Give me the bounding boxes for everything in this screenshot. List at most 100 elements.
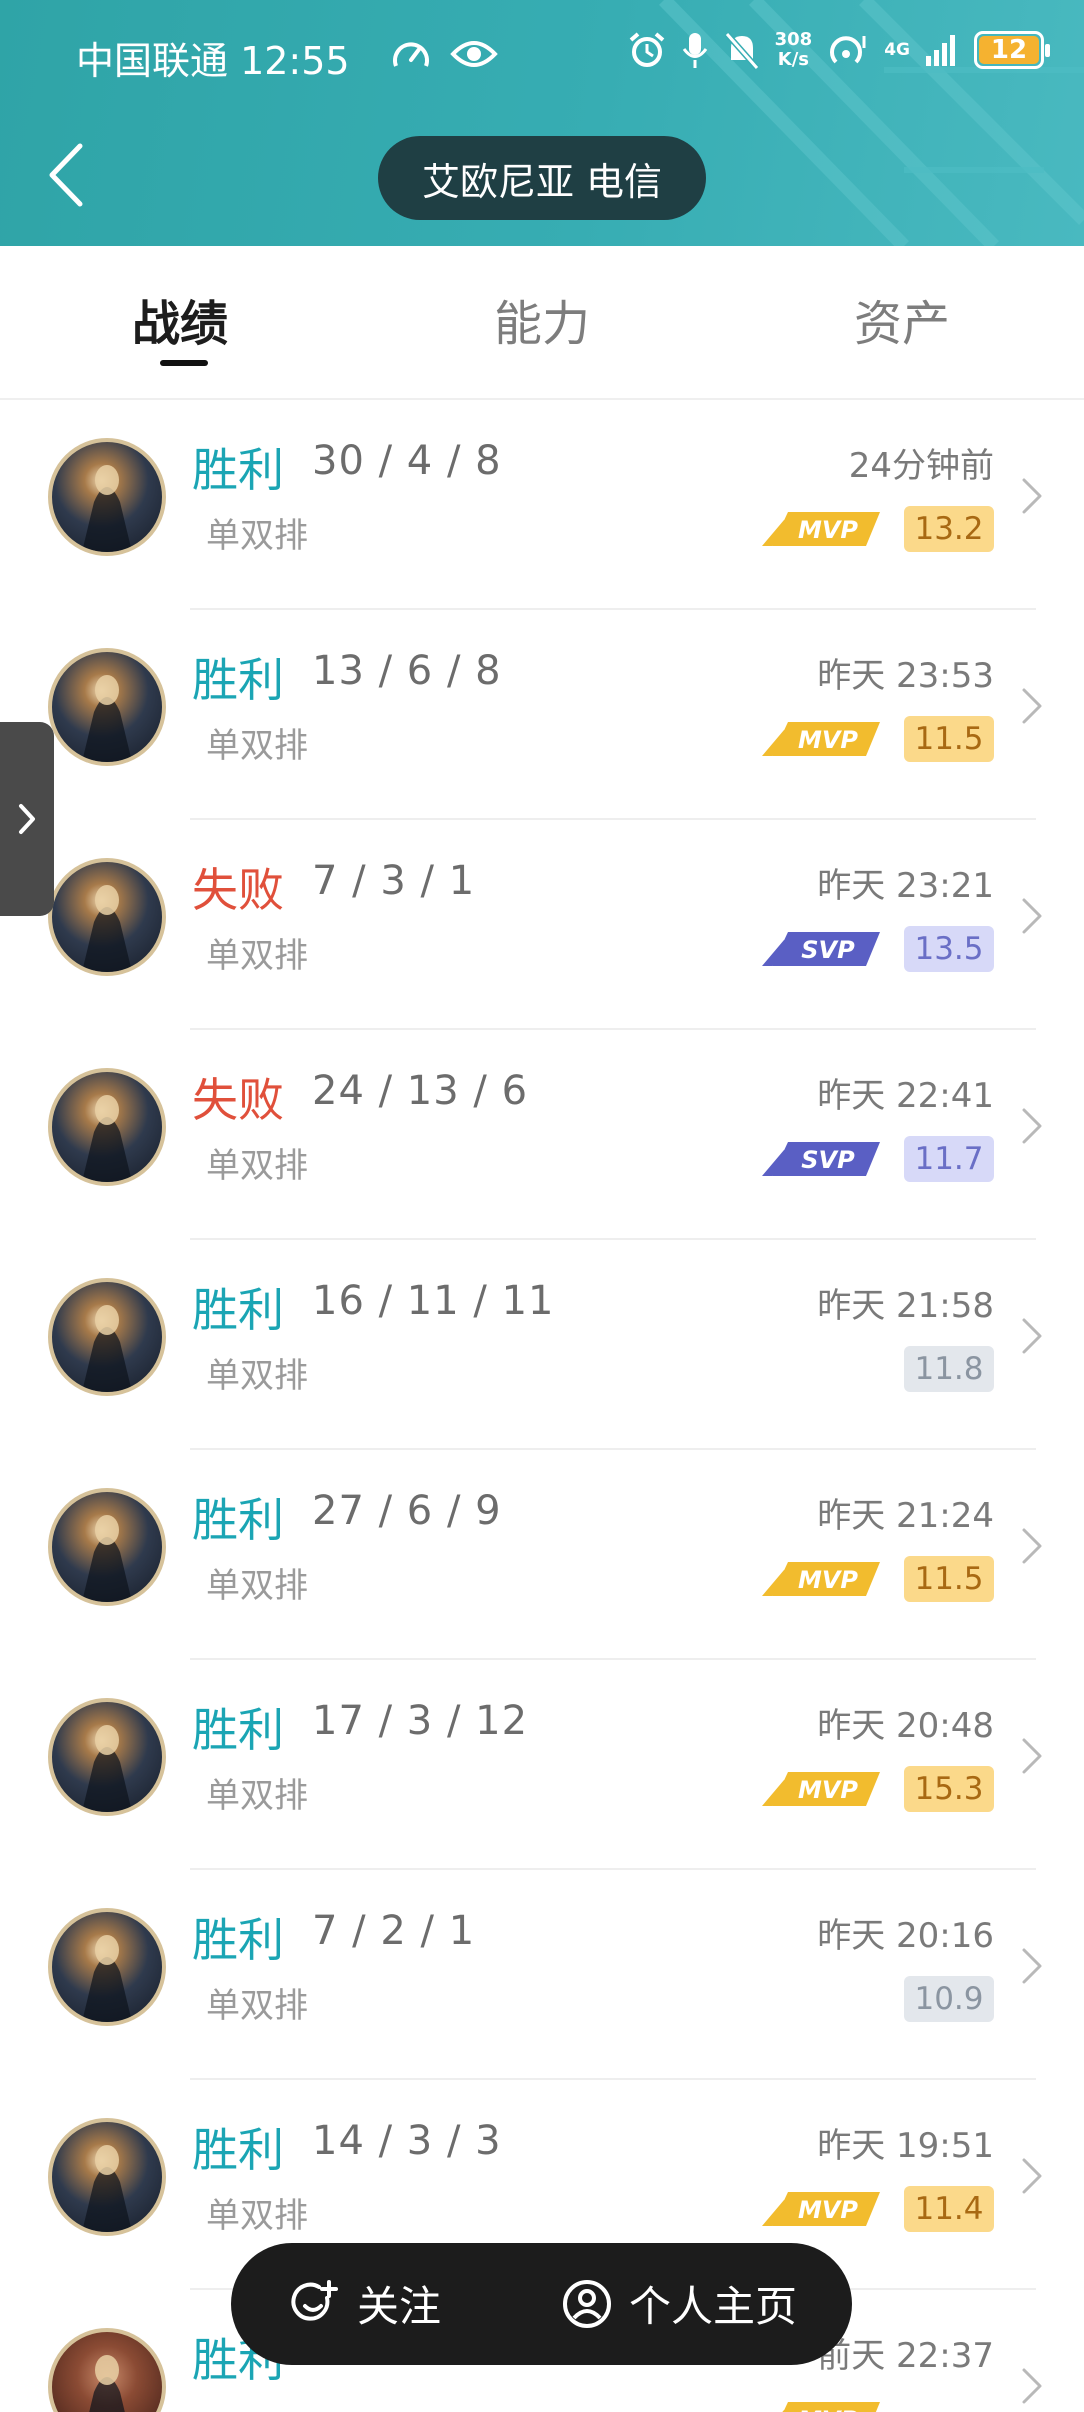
hero-portrait-icon [89, 2355, 125, 2412]
speedometer-icon [393, 42, 429, 67]
match-time: 昨天 20:48 [817, 1706, 994, 1746]
match-score: 13.5 [904, 926, 994, 972]
match-mode: 单双排 [206, 936, 308, 976]
match-mode: 单双排 [206, 726, 308, 766]
match-time: 前天 22:37 [817, 2336, 994, 2376]
match-row[interactable]: 失败 7 / 3 / 1 单双排 昨天 23:21 SVP 13.5 [0, 820, 1084, 1030]
tab-bar: 战绩 能力 资产 [0, 246, 1084, 400]
svg-text:MVP: MVP [798, 1566, 858, 1594]
follow-icon [291, 2279, 338, 2321]
svg-text:MVP: MVP [798, 2196, 858, 2224]
match-result: 胜利 [192, 1283, 284, 1337]
carrier-time: 中国联通 12:55 [76, 39, 350, 83]
chevron-left-icon [49, 143, 83, 207]
match-time: 昨天 22:41 [817, 1076, 994, 1116]
chevron-right-icon [1022, 1948, 1042, 1984]
tab-ability[interactable]: 能力 [442, 284, 642, 354]
match-score: 11.4 [904, 2186, 994, 2232]
match-score: 15.3 [904, 1766, 994, 1812]
match-kda: 17 / 3 / 12 [312, 1698, 529, 1744]
alarm-icon [629, 32, 664, 67]
tab-assets[interactable]: 资产 [802, 284, 1002, 354]
hero-avatar [48, 648, 166, 766]
match-kda: 24 / 13 / 6 [312, 1068, 529, 1114]
hero-avatar [48, 1278, 166, 1396]
match-time: 昨天 20:16 [817, 1916, 994, 1956]
back-button[interactable] [36, 130, 96, 220]
svp-badge-icon: SVP [762, 932, 880, 966]
match-kda: 7 / 2 / 1 [312, 1908, 476, 1954]
match-row[interactable]: 胜利 30 / 4 / 8 单双排 24分钟前 MVP 13.2 [0, 400, 1084, 610]
match-mode: 单双排 [206, 1146, 308, 1186]
match-kda: 27 / 6 / 9 [312, 1488, 502, 1534]
hero-portrait-icon [82, 465, 132, 552]
battery-indicator: 12 [974, 31, 1050, 69]
hero-portrait-icon [82, 2145, 132, 2232]
svg-text:MVP: MVP [798, 1776, 858, 1804]
hero-avatar [48, 1488, 166, 1606]
match-result: 胜利 [192, 653, 284, 707]
hero-avatar [48, 438, 166, 556]
match-row[interactable]: 胜利 7 / 2 / 1 单双排 昨天 20:16 10.9 [0, 1870, 1084, 2080]
server-title[interactable]: 艾欧尼亚 电信 [378, 136, 706, 220]
chevron-right-icon [1022, 898, 1042, 934]
match-result: 胜利 [192, 1913, 284, 1967]
chevron-right-icon [1022, 2158, 1042, 2194]
match-row[interactable]: 胜利 16 / 11 / 11 单双排 昨天 21:58 11.8 [0, 1240, 1084, 1450]
chevron-right-icon [1022, 1738, 1042, 1774]
match-time: 昨天 23:53 [817, 656, 994, 696]
match-row[interactable]: 失败 24 / 13 / 6 单双排 昨天 22:41 SVP 11.7 [0, 1030, 1084, 1240]
hero-avatar [48, 2328, 166, 2412]
hero-portrait-icon [82, 885, 132, 972]
mvp-badge-icon: MVP [762, 1562, 880, 1596]
match-kda: 16 / 11 / 11 [312, 1278, 555, 1324]
svg-text:SVP: SVP [801, 936, 855, 964]
hotspot-icon [830, 36, 866, 64]
match-score: 11.7 [904, 1136, 994, 1182]
hero-avatar [48, 1908, 166, 2026]
hero-portrait-icon [82, 1935, 132, 2022]
mvp-badge-icon: MVP [762, 1772, 880, 1806]
side-expand-tab[interactable] [0, 722, 54, 916]
match-mode: 单双排 [206, 1986, 308, 2026]
network-type: 4G [884, 40, 910, 60]
network-speed: 308 K/s [774, 29, 813, 70]
follow-button[interactable]: 关注 [289, 2273, 441, 2334]
match-mode: 单双排 [206, 1566, 308, 1606]
mvp-badge-icon: MVP [762, 2192, 880, 2226]
app-header: 中国联通 12:55 308 K/s 4G 12 艾欧尼亚 电信 [0, 0, 1084, 246]
svg-text:MVP: MVP [798, 2406, 858, 2412]
match-row[interactable]: 胜利 17 / 3 / 12 单双排 昨天 20:48 MVP 15.3 [0, 1660, 1084, 1870]
tab-record[interactable]: 战绩 [80, 284, 280, 366]
match-row[interactable]: 胜利 27 / 6 / 9 单双排 昨天 21:24 MVP 11.5 [0, 1450, 1084, 1660]
match-result: 失败 [192, 863, 284, 917]
match-mode: 单双排 [206, 1356, 308, 1396]
match-mode: 单双排 [206, 2196, 308, 2236]
svg-text:SVP: SVP [801, 1146, 855, 1174]
match-mode: 单双排 [206, 516, 308, 556]
match-kda: 14 / 3 / 3 [312, 2118, 502, 2164]
chevron-right-icon [19, 804, 35, 834]
match-kda: 13 / 6 / 8 [312, 648, 502, 694]
match-mode: 单双排 [206, 1776, 308, 1816]
match-time: 昨天 19:51 [817, 2126, 994, 2166]
hero-portrait-icon [82, 675, 132, 762]
hero-avatar [48, 1068, 166, 1186]
match-row[interactable]: 胜利 13 / 6 / 8 单双排 昨天 23:53 MVP 11.5 [0, 610, 1084, 820]
match-result: 胜利 [192, 1493, 284, 1547]
match-result: 胜利 [192, 443, 284, 497]
match-score: 11.5 [904, 716, 994, 762]
status-bar: 中国联通 12:55 308 K/s 4G 12 [0, 0, 1084, 112]
signal-icon [926, 35, 955, 66]
match-score: 13.2 [904, 506, 994, 552]
chevron-right-icon [1022, 688, 1042, 724]
match-kda: 30 / 4 / 8 [312, 438, 502, 484]
profile-button[interactable]: 个人主页 [561, 2273, 797, 2334]
tab-active-indicator [160, 360, 208, 366]
hero-avatar [48, 1698, 166, 1816]
chevron-right-icon [1022, 2368, 1042, 2404]
hero-avatar [48, 858, 166, 976]
svp-badge-icon: SVP [762, 1142, 880, 1176]
svg-text:MVP: MVP [798, 726, 858, 754]
microphone-icon [682, 33, 707, 68]
